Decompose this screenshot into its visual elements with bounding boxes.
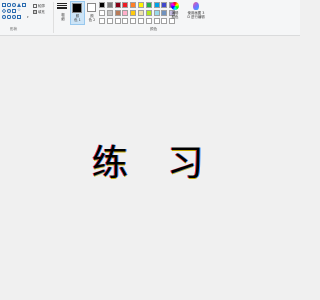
ribbon: ☆ ▾ 轮廓 填充 形状 粗 细 颜 色 1 颜 色 2 编辑 颜色 使用画图 … [0,0,300,36]
outline-fill-controls: 轮廓 填充 [33,3,45,15]
palette-swatch[interactable] [106,9,113,16]
ribbon-divider [53,2,54,33]
palette-swatch[interactable] [137,17,144,24]
outline-label: 轮廓 [38,4,45,8]
triangle-shape-icon[interactable] [17,3,21,7]
shapes-more-icon[interactable]: ▾ [27,15,29,19]
palette-swatch[interactable] [130,9,137,16]
palette-swatch[interactable] [114,2,121,8]
palette-swatch[interactable] [114,9,121,16]
palette-swatch[interactable] [114,17,121,24]
color1-label: 颜 色 1 [71,14,84,22]
palette-swatch[interactable] [99,2,105,8]
color2-label: 颜 色 2 [86,14,98,22]
fill-label: 填充 [38,10,45,14]
palette-swatch[interactable] [161,9,168,16]
hexagon-shape-icon[interactable] [12,9,16,13]
polygon-shape-icon[interactable] [22,3,26,7]
palette-swatch[interactable] [106,17,113,24]
palette-swatch[interactable] [145,2,152,8]
line-width-icon-bar [57,4,67,6]
line-width-icon [57,3,67,4]
line-width-icon-bar [57,6,67,9]
cloud-shape-icon[interactable] [12,15,16,19]
rounded-rectangle-shape-icon[interactable] [7,3,11,7]
palette-swatch[interactable] [130,17,137,24]
color-wheel-icon [171,2,179,10]
palette-swatch[interactable] [137,9,144,16]
palette-swatch[interactable] [145,9,152,16]
outline-icon [33,4,37,8]
line-width-label: 粗 细 [57,13,69,21]
callout-oval-shape-icon[interactable] [2,15,6,19]
diamond-shape-icon[interactable] [1,8,7,14]
palette-swatch[interactable] [106,2,113,8]
color-palette [99,2,176,25]
line-width-button[interactable] [57,3,67,10]
color2-label-2: 色 2 [88,18,96,22]
paint3d-label: 使用画图 3 D 进行编辑 [184,11,208,19]
fill-dropdown[interactable]: 填充 [33,9,45,15]
palette-swatch[interactable] [137,2,144,8]
palette-swatch[interactable] [145,17,152,24]
palette-swatch[interactable] [153,17,160,24]
edit-colors-label-2: 颜色 [171,15,179,19]
color2-button[interactable] [87,3,96,12]
color1-swatch[interactable] [72,3,82,13]
palette-swatch[interactable] [122,17,129,24]
canvas-text: 练 习 [92,143,218,184]
shapes-gallery[interactable]: ☆ ▾ [1,3,32,21]
callout-rect-shape-icon[interactable] [7,15,11,19]
palette-swatch[interactable] [153,9,160,16]
edit-colors-button[interactable]: 编辑 颜色 [169,2,181,19]
edit-with-paint3d-button[interactable]: 使用画图 3 D 进行编辑 [184,2,208,19]
line-width-label-2: 细 [61,17,65,21]
paint3d-icon [193,2,199,10]
edit-colors-label: 编辑 颜色 [169,11,181,19]
rectangle-shape-icon[interactable] [2,3,6,7]
palette-swatch[interactable] [122,2,129,8]
palette-swatch[interactable] [153,2,160,8]
colors-group-label: 颜色 [150,27,158,31]
oval-shape-icon[interactable] [12,3,16,7]
heart-shape-icon[interactable] [17,15,21,19]
palette-swatch[interactable] [99,9,105,16]
palette-swatch[interactable] [161,2,168,8]
pentagon-shape-icon[interactable] [7,9,11,13]
star-shape-icon[interactable]: ☆ [17,8,21,13]
color1-label-2: 色 1 [74,18,81,22]
palette-swatch[interactable] [130,2,137,8]
paint3d-label-2: D 进行编辑 [187,15,205,19]
palette-swatch[interactable] [99,17,105,24]
palette-swatch[interactable] [161,17,168,24]
shapes-group-label: 形状 [10,27,18,31]
palette-swatch[interactable] [122,9,129,16]
fill-icon [33,10,37,14]
